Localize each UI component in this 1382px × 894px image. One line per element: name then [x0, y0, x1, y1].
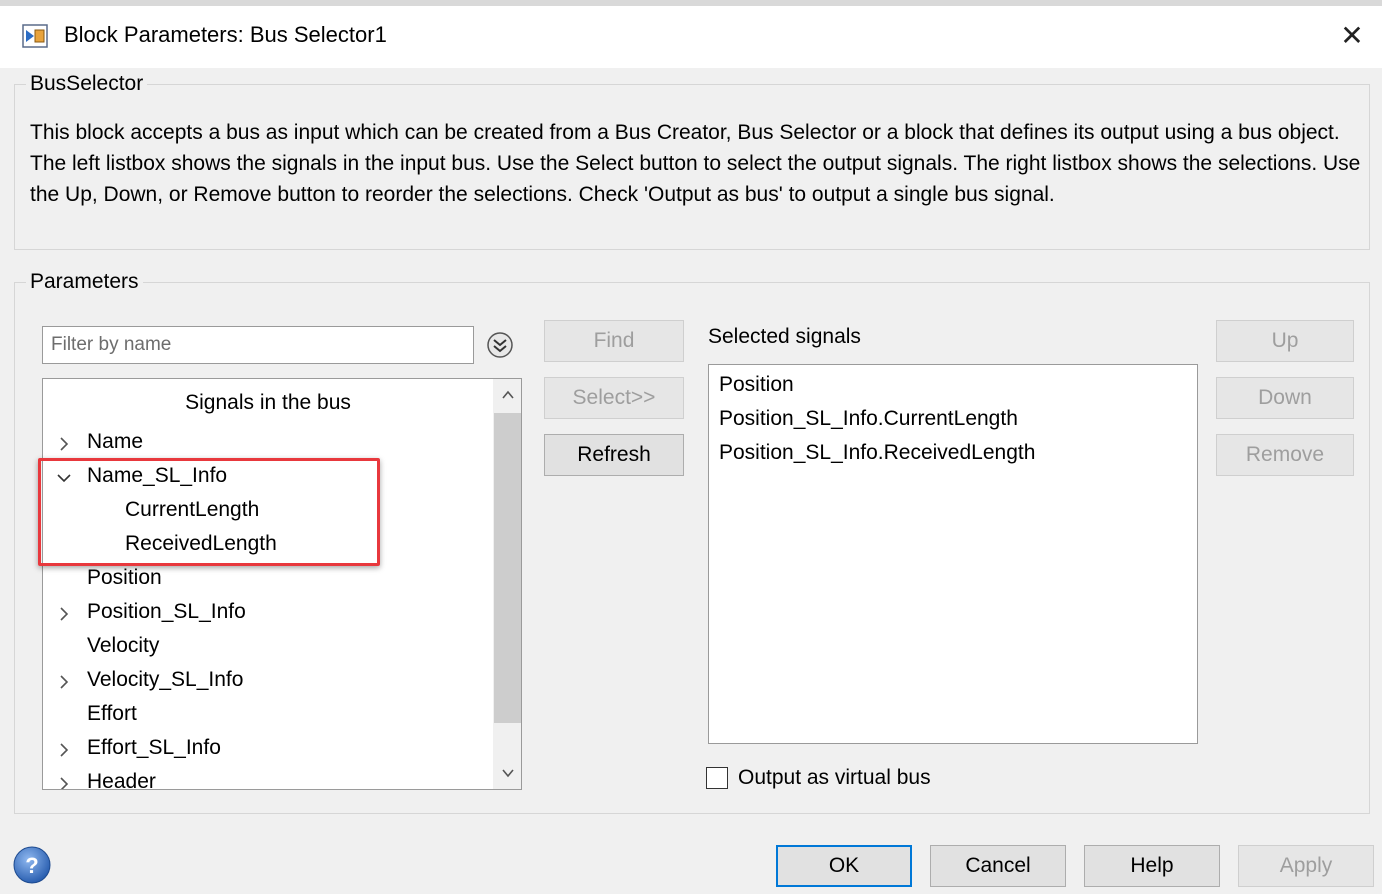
filter-options-icon[interactable]: [486, 331, 514, 359]
help-button[interactable]: Help: [1084, 845, 1220, 887]
tree-scrollbar[interactable]: [493, 379, 521, 789]
scroll-up-icon[interactable]: [493, 381, 521, 409]
bus-selector-legend: BusSelector: [26, 72, 148, 96]
chevron-right-icon[interactable]: [55, 605, 73, 623]
apply-button[interactable]: Apply: [1238, 845, 1374, 887]
ok-button[interactable]: OK: [776, 845, 912, 887]
remove-button[interactable]: Remove: [1216, 434, 1354, 476]
chevron-right-icon[interactable]: [55, 435, 73, 453]
find-button[interactable]: Find: [544, 320, 684, 362]
block-description: This block accepts a bus as input which …: [30, 121, 1361, 206]
signals-tree-header: Signals in the bus: [185, 391, 351, 414]
tree-item-effort-sl-info[interactable]: Effort_SL_Info: [87, 736, 221, 760]
selected-signals-label: Selected signals: [708, 325, 861, 348]
selected-signals-list[interactable]: Position Position_SL_Info.CurrentLength …: [708, 364, 1198, 744]
signals-tree[interactable]: Signals in the bus Name Name_SL_Info Cur…: [42, 378, 522, 790]
window-title: Block Parameters: Bus Selector1: [64, 22, 387, 47]
title-bar-edge: [0, 0, 1382, 6]
tree-item-header[interactable]: Header: [87, 770, 156, 789]
chevron-down-icon[interactable]: [55, 469, 73, 487]
list-item[interactable]: Position: [719, 373, 794, 397]
chevron-right-icon[interactable]: [55, 673, 73, 691]
tree-item-position[interactable]: Position: [87, 566, 162, 590]
virtual-bus-label[interactable]: Output as virtual bus: [738, 766, 931, 790]
tree-item-effort[interactable]: Effort: [87, 702, 137, 726]
tree-item-velocity-sl-info[interactable]: Velocity_SL_Info: [87, 668, 243, 692]
select-button[interactable]: Select>>: [544, 377, 684, 419]
list-item[interactable]: Position_SL_Info.ReceivedLength: [719, 441, 1035, 465]
tree-item-name-sl-info[interactable]: Name_SL_Info: [87, 464, 227, 488]
parameters-legend: Parameters: [26, 270, 143, 294]
virtual-bus-checkbox[interactable]: [706, 767, 728, 789]
up-button[interactable]: Up: [1216, 320, 1354, 362]
tree-item-received-length[interactable]: ReceivedLength: [125, 532, 277, 556]
list-item[interactable]: Position_SL_Info.CurrentLength: [719, 407, 1018, 431]
down-button[interactable]: Down: [1216, 377, 1354, 419]
chevron-right-icon[interactable]: [55, 741, 73, 759]
tree-item-position-sl-info[interactable]: Position_SL_Info: [87, 600, 246, 624]
scroll-thumb[interactable]: [494, 413, 521, 723]
svg-text:?: ?: [25, 853, 38, 878]
refresh-button[interactable]: Refresh: [544, 434, 684, 476]
simulink-block-icon: [22, 24, 48, 48]
cancel-button[interactable]: Cancel: [930, 845, 1066, 887]
close-icon[interactable]: ✕: [1332, 16, 1372, 56]
help-icon[interactable]: ?: [12, 845, 52, 885]
scroll-down-icon[interactable]: [493, 759, 521, 787]
filter-input[interactable]: [42, 326, 474, 364]
tree-item-name[interactable]: Name: [87, 430, 143, 454]
chevron-right-icon[interactable]: [55, 775, 73, 789]
tree-item-velocity[interactable]: Velocity: [87, 634, 159, 658]
tree-item-current-length[interactable]: CurrentLength: [125, 498, 259, 522]
